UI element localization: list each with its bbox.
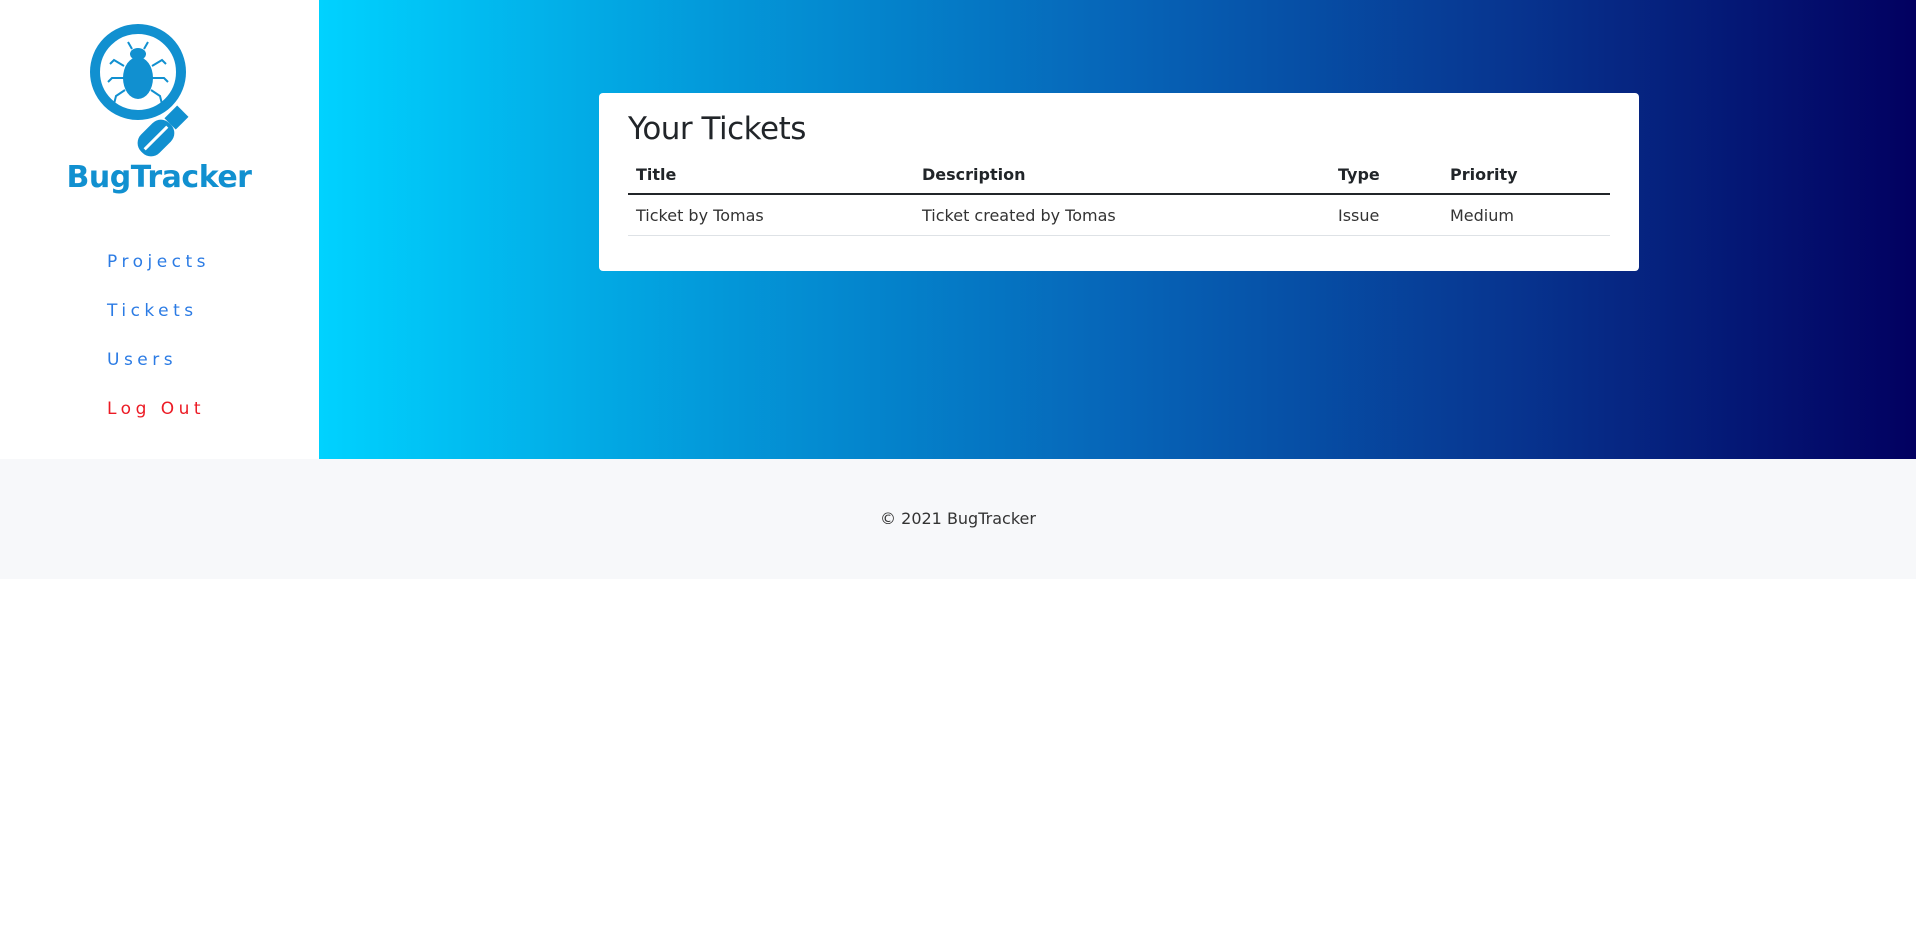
sidebar: BugTracker Projects Tickets Users Log Ou… xyxy=(0,0,319,459)
column-header-priority[interactable]: Priority xyxy=(1442,158,1610,195)
ticket-description-cell: Ticket created by Tomas xyxy=(914,194,1330,236)
sidebar-nav: Projects Tickets Users Log Out xyxy=(107,252,210,448)
tickets-table: Title Description Type Priority Ticket b… xyxy=(628,158,1610,236)
copyright-text: © 2021 BugTracker xyxy=(880,509,1036,528)
ticket-type-cell: Issue xyxy=(1330,194,1442,236)
ticket-title-cell[interactable]: Ticket by Tomas xyxy=(628,194,914,236)
main-content: Your Tickets Title Description Type Prio… xyxy=(319,0,1916,459)
column-header-type[interactable]: Type xyxy=(1330,158,1442,195)
nav-users-link[interactable]: Users xyxy=(107,350,210,399)
ticket-priority-cell: Medium xyxy=(1442,194,1610,236)
table-header-row: Title Description Type Priority xyxy=(628,158,1610,195)
nav-logout-link[interactable]: Log Out xyxy=(107,399,210,448)
footer: © 2021 BugTracker xyxy=(0,459,1916,579)
brand-name: BugTracker xyxy=(66,160,252,195)
card-title: Your Tickets xyxy=(628,111,806,147)
table-row[interactable]: Ticket by Tomas Ticket created by Tomas … xyxy=(628,194,1610,236)
app-shell: BugTracker Projects Tickets Users Log Ou… xyxy=(0,0,1916,459)
column-header-title[interactable]: Title xyxy=(628,158,914,195)
logo[interactable]: BugTracker xyxy=(64,20,254,200)
magnifier-bug-icon xyxy=(90,24,189,157)
tickets-card: Your Tickets Title Description Type Prio… xyxy=(599,93,1639,271)
column-header-description[interactable]: Description xyxy=(914,158,1330,195)
nav-projects-link[interactable]: Projects xyxy=(107,252,210,301)
nav-tickets-link[interactable]: Tickets xyxy=(107,301,210,350)
